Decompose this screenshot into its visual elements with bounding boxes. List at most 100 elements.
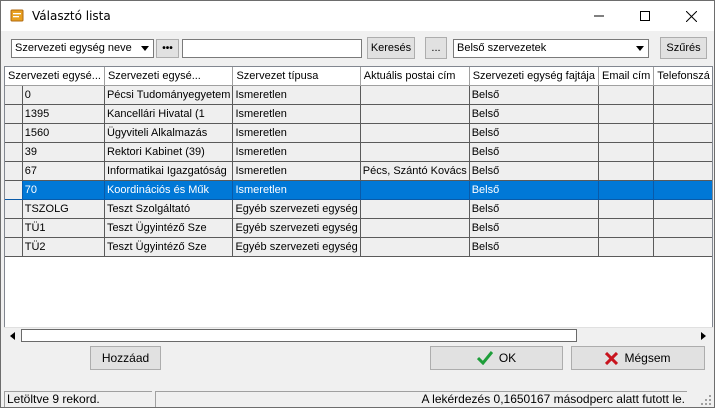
table-cell[interactable]: Ismeretlen (232, 180, 361, 200)
table-cell[interactable]: Egyéb szervezeti egység (232, 218, 361, 238)
filter-select[interactable]: Belső szervezetek (453, 39, 649, 58)
more-button[interactable]: ••• (156, 39, 179, 58)
table-cell[interactable] (360, 123, 470, 143)
table-cell[interactable] (653, 237, 712, 257)
table-row[interactable]: 0 Pécsi Tudományegyetem Ismeretlen Belső (5, 85, 712, 105)
table-row[interactable]: 39 Rektori Kabinet (39) Ismeretlen Belső (5, 142, 712, 162)
table-cell[interactable]: Ismeretlen (232, 104, 361, 124)
scroll-left-button[interactable] (4, 328, 20, 344)
row-indicator[interactable] (5, 180, 23, 200)
ok-button[interactable]: OK (430, 346, 563, 370)
column-header[interactable]: Szervezeti egysé... (5, 67, 105, 86)
table-cell[interactable]: Teszt Ügyintéző Sze (104, 218, 234, 238)
horizontal-scrollbar[interactable] (4, 327, 713, 344)
resize-grip-icon[interactable] (700, 394, 712, 406)
table-cell[interactable] (598, 180, 655, 200)
table-row[interactable]: TÜ2 Teszt Ügyintéző Sze Egyéb szervezeti e… (5, 237, 712, 257)
table-cell[interactable]: 70 (22, 180, 105, 200)
filter-button[interactable]: Szűrés (660, 37, 707, 59)
table-cell[interactable]: 0 (22, 85, 105, 105)
table-cell[interactable] (653, 123, 712, 143)
table-cell[interactable]: Belső (469, 85, 600, 105)
table-cell[interactable]: Rektori Kabinet (39) (104, 142, 234, 162)
table-cell[interactable]: Ügyviteli Alkalmazás (104, 123, 234, 143)
column-header[interactable]: Szervezeti egység fajtája (469, 67, 600, 86)
add-button[interactable]: Hozzáad (90, 346, 161, 370)
search-button[interactable]: Keresés (367, 37, 415, 59)
table-cell[interactable]: Egyéb szervezeti egység (232, 199, 361, 219)
scrollbar-thumb[interactable] (21, 329, 577, 342)
table-row[interactable]: 1395 Kancellári Hivatal (1 Ismeretlen Belső (5, 104, 712, 124)
table-cell[interactable]: Belső (469, 218, 600, 238)
search-input[interactable] (182, 39, 362, 58)
table-cell[interactable]: Teszt Szolgáltató (104, 199, 234, 219)
table-cell[interactable] (598, 218, 655, 238)
table-cell[interactable]: Belső (469, 237, 600, 257)
table-cell[interactable]: Informatikai Igazgatóság (104, 161, 234, 181)
scroll-right-button[interactable] (695, 328, 711, 344)
row-indicator[interactable] (5, 142, 23, 162)
table-cell[interactable] (598, 237, 655, 257)
table-cell[interactable]: Teszt Ügyintéző Sze (104, 237, 234, 257)
table-cell[interactable]: 1560 (22, 123, 105, 143)
row-indicator[interactable] (5, 161, 23, 181)
table-cell[interactable]: Ismeretlen (232, 85, 361, 105)
row-indicator[interactable] (5, 218, 23, 238)
table-row[interactable]: 70 Koordinációs és Műk Ismeretlen Belső (5, 180, 712, 200)
table-cell[interactable]: Ismeretlen (232, 123, 361, 143)
table-cell[interactable] (598, 161, 655, 181)
table-cell[interactable] (598, 142, 655, 162)
table-cell[interactable]: Belső (469, 104, 600, 124)
table-cell[interactable]: TÜ1 (22, 218, 105, 238)
table-cell[interactable] (653, 142, 712, 162)
results-grid[interactable]: Szervezeti egysé... Szervezeti egysé... … (4, 66, 713, 343)
table-cell[interactable]: TSZOLG (22, 199, 105, 219)
table-cell[interactable]: 1395 (22, 104, 105, 124)
close-button[interactable] (668, 1, 714, 31)
table-cell[interactable] (598, 104, 655, 124)
table-cell[interactable] (598, 85, 655, 105)
table-cell[interactable] (653, 218, 712, 238)
table-cell[interactable]: Belső (469, 123, 600, 143)
table-cell[interactable] (360, 199, 470, 219)
table-row[interactable]: TSZOLG Teszt Szolgáltató Egyéb szervezeti … (5, 199, 712, 219)
table-row[interactable]: 67 Informatikai Igazgatóság Ismeretlen Pécs… (5, 161, 712, 181)
table-cell[interactable] (360, 142, 470, 162)
table-cell[interactable] (653, 85, 712, 105)
row-indicator[interactable] (5, 104, 23, 124)
table-cell[interactable]: Belső (469, 180, 600, 200)
row-indicator[interactable] (5, 85, 23, 105)
table-cell[interactable] (360, 85, 470, 105)
column-header[interactable]: Email cím (598, 67, 655, 86)
table-cell[interactable]: Ismeretlen (232, 142, 361, 162)
ellipsis-button[interactable]: ... (425, 37, 447, 59)
column-header[interactable]: Aktuális postai cím (360, 67, 470, 86)
row-indicator[interactable] (5, 123, 23, 143)
cancel-button[interactable]: Mégsem (571, 346, 705, 370)
table-cell[interactable] (653, 104, 712, 124)
row-indicator[interactable] (5, 237, 23, 257)
table-cell[interactable]: Pécsi Tudományegyetem (104, 85, 234, 105)
table-cell[interactable]: Kancellári Hivatal (1 (104, 104, 234, 124)
table-row[interactable]: TÜ1 Teszt Ügyintéző Sze Egyéb szervezeti e… (5, 218, 712, 238)
table-cell[interactable] (360, 218, 470, 238)
table-cell[interactable] (598, 199, 655, 219)
column-header[interactable]: Szervezet típusa (232, 67, 361, 86)
table-cell[interactable]: Belső (469, 199, 600, 219)
minimize-button[interactable] (576, 1, 622, 31)
column-header[interactable]: Szervezeti egysé... (104, 67, 234, 86)
table-cell[interactable]: Pécs, Szántó Kovács (360, 161, 470, 181)
table-cell[interactable] (360, 180, 470, 200)
table-cell[interactable]: 39 (22, 142, 105, 162)
column-header[interactable]: Telefonszá (653, 67, 712, 86)
title-bar[interactable]: Választó lista (1, 1, 714, 31)
table-cell[interactable] (653, 180, 712, 200)
table-cell[interactable]: Egyéb szervezeti egység (232, 237, 361, 257)
table-cell[interactable] (653, 199, 712, 219)
table-cell[interactable] (653, 161, 712, 181)
field-select[interactable]: Szervezeti egység neve (11, 39, 154, 58)
table-cell[interactable]: Ismeretlen (232, 161, 361, 181)
table-cell[interactable] (598, 123, 655, 143)
table-cell[interactable]: TÜ2 (22, 237, 105, 257)
table-cell[interactable] (360, 104, 470, 124)
